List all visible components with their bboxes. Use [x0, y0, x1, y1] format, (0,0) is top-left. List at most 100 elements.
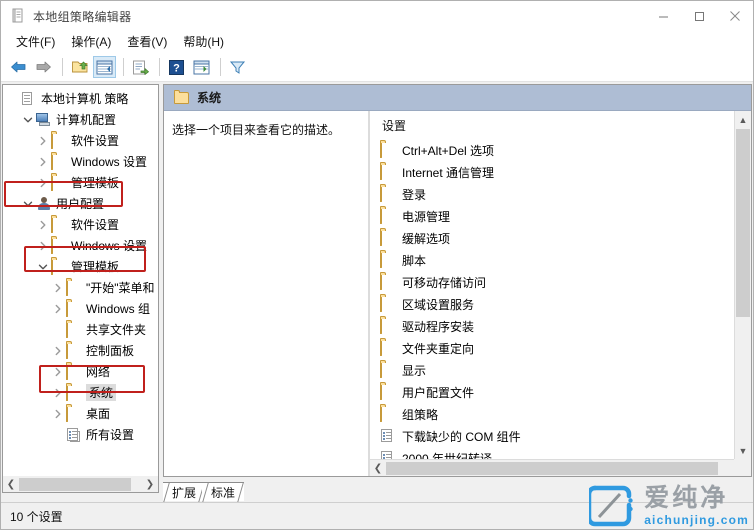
tree-item-14[interactable]: 系统 [3, 382, 158, 403]
chevron-right-icon[interactable] [50, 301, 66, 317]
folder-glyph [380, 384, 382, 400]
list-vertical-scrollbar[interactable]: ▲ ▼ [734, 111, 751, 459]
menu-help[interactable]: 帮助(H) [176, 31, 233, 53]
list-item[interactable]: Ctrl+Alt+Del 选项 [370, 139, 734, 161]
folder-glyph [380, 164, 382, 180]
chevron-down-icon[interactable] [20, 196, 36, 212]
menu-view[interactable]: 查看(V) [120, 31, 176, 53]
list-item-label: 缓解选项 [402, 231, 451, 246]
scroll-down-icon[interactable]: ▼ [735, 442, 751, 459]
show-action-pane-icon[interactable] [190, 56, 213, 78]
tree-item-15[interactable]: 桌面 [3, 403, 158, 424]
scroll-right-icon[interactable]: ❯ [142, 477, 158, 492]
list-item[interactable]: 文件夹重定向 [370, 337, 734, 359]
list-item[interactable]: Internet 通信管理 [370, 161, 734, 183]
tree-item-label: 管理模板 [71, 176, 120, 190]
back-arrow-icon[interactable] [7, 56, 30, 78]
filter-icon[interactable] [226, 56, 249, 78]
chevron-right-icon[interactable] [35, 238, 51, 254]
tree-item-label: "开始"菜单和 [86, 281, 155, 295]
list-item[interactable]: 显示 [370, 359, 734, 381]
tree-item-16[interactable]: 所有设置 [3, 424, 158, 445]
chevron-right-icon[interactable] [50, 364, 66, 380]
tree-item-1[interactable]: 计算机配置 [3, 109, 158, 130]
tree-item-9[interactable]: "开始"菜单和 [3, 277, 158, 298]
scroll-up-icon[interactable]: ▲ [735, 111, 751, 128]
tree-item-11[interactable]: 共享文件夹 [3, 319, 158, 340]
list-item[interactable]: 2000 年世纪转译 [370, 447, 734, 459]
tree-item-7[interactable]: Windows 设置 [3, 235, 158, 256]
list-item[interactable]: 下载缺少的 COM 组件 [370, 425, 734, 447]
tree-item-13[interactable]: 网络 [3, 361, 158, 382]
list-item-label: 显示 [402, 363, 427, 378]
column-header-setting[interactable]: 设置 [370, 117, 734, 139]
scroll-left-icon[interactable]: ❮ [3, 477, 19, 492]
list-hscroll-thumb[interactable] [386, 461, 718, 475]
tree-item-label: 用户配置 [56, 197, 105, 211]
tree-item-2[interactable]: 软件设置 [3, 130, 158, 151]
minimize-button[interactable] [645, 1, 681, 31]
folder-glyph [51, 174, 53, 191]
forward-arrow-icon[interactable] [32, 56, 55, 78]
list-item[interactable]: 驱动程序安装 [370, 315, 734, 337]
chevron-right-icon[interactable] [35, 154, 51, 170]
up-folder-icon[interactable] [68, 56, 91, 78]
chevron-right-icon[interactable] [35, 133, 51, 149]
chevron-right-icon[interactable] [50, 385, 66, 401]
export-list-icon[interactable] [129, 56, 152, 78]
chevron-down-icon[interactable] [20, 112, 36, 128]
tree-horizontal-scrollbar[interactable]: ❮ ❯ [2, 476, 159, 493]
list-vscroll-thumb[interactable] [736, 129, 750, 317]
close-button[interactable] [717, 1, 753, 31]
list-item[interactable]: 缓解选项 [370, 227, 734, 249]
list-item[interactable]: 登录 [370, 183, 734, 205]
tree-item-8[interactable]: 管理模板 [3, 256, 158, 277]
content-body: 选择一个项目来查看它的描述。 设置 Ctrl+Alt+Del 选项 Interne… [164, 111, 751, 476]
help-icon[interactable]: ? [165, 56, 188, 78]
chevron-right-icon[interactable] [50, 406, 66, 422]
list-item[interactable]: 可移动存储访问 [370, 271, 734, 293]
folder-glyph [51, 132, 53, 149]
list-horizontal-scrollbar[interactable]: ❮ [370, 459, 734, 476]
all-settings-icon [66, 427, 82, 442]
description-pane: 选择一个项目来查看它的描述。 [164, 111, 369, 476]
tree-item-4[interactable]: 管理模板 [3, 172, 158, 193]
tree-item-0[interactable]: 本地计算机 策略 [3, 88, 158, 109]
list-item[interactable]: 区域设置服务 [370, 293, 734, 315]
tab-standard-label: 标准 [211, 485, 236, 500]
tree-item-10[interactable]: Windows 组 [3, 298, 158, 319]
console-tree: 本地计算机 策略 计算机配置 软件设置 Windows 设置 管理模板 用户配置 软件设置 W… [3, 85, 158, 445]
folder-glyph [380, 274, 382, 290]
chevron-right-icon[interactable] [50, 280, 66, 296]
user-config-icon [36, 196, 52, 211]
chevron-right-icon[interactable] [35, 175, 51, 191]
chevron-right-icon[interactable] [35, 217, 51, 233]
show-hide-tree-icon[interactable] [93, 56, 116, 78]
tree-item-5[interactable]: 用户配置 [3, 193, 158, 214]
tree-item-label: Windows 组 [86, 302, 151, 316]
scroll-left-icon[interactable]: ❮ [370, 461, 386, 476]
folder-glyph [66, 405, 68, 422]
folder-glyph [66, 279, 68, 296]
tab-extended[interactable]: 扩展 [163, 482, 206, 501]
menu-action[interactable]: 操作(A) [64, 31, 120, 53]
policy-document-icon [21, 91, 37, 106]
list-item[interactable]: 组策略 [370, 403, 734, 425]
settings-list-pane[interactable]: 设置 Ctrl+Alt+Del 选项 Internet 通信管理 登录 电源管理缓解选… [369, 111, 751, 476]
menu-file[interactable]: 文件(F) [9, 31, 64, 53]
console-tree-pane[interactable]: 本地计算机 策略 计算机配置 软件设置 Windows 设置 管理模板 用户配置 软件设置 W… [2, 84, 159, 477]
tree-item-3[interactable]: Windows 设置 [3, 151, 158, 172]
setting-icon [380, 451, 396, 459]
maximize-button[interactable] [681, 1, 717, 31]
tree-item-6[interactable]: 软件设置 [3, 214, 158, 235]
tab-standard[interactable]: 标准 [202, 482, 245, 501]
list-item[interactable]: 用户配置文件 [370, 381, 734, 403]
chevron-right-icon[interactable] [50, 343, 66, 359]
list-item[interactable]: 电源管理 [370, 205, 734, 227]
tree-hscroll-thumb[interactable] [19, 477, 131, 491]
chevron-down-icon[interactable] [35, 259, 51, 275]
tree-item-12[interactable]: 控制面板 [3, 340, 158, 361]
folder-icon [51, 153, 67, 170]
list-item[interactable]: 脚本 [370, 249, 734, 271]
